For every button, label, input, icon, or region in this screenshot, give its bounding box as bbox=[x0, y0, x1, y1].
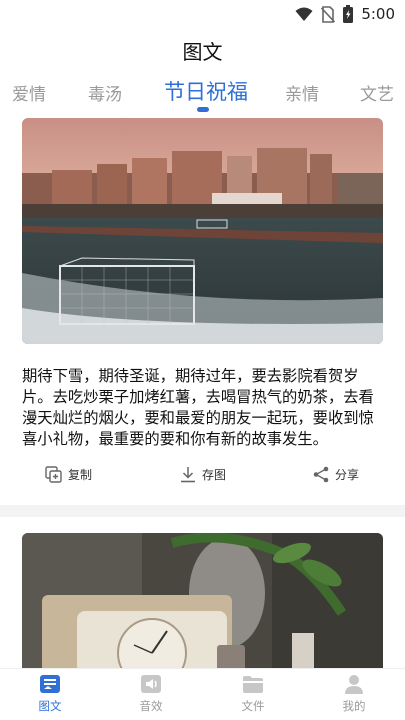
vintage-clock-photo bbox=[22, 533, 383, 673]
nav-label-image-text: 图文 bbox=[38, 699, 62, 713]
nav-profile[interactable]: 我的 bbox=[324, 673, 384, 714]
campus-photo bbox=[22, 118, 383, 344]
tab-indicator bbox=[197, 107, 209, 112]
nav-files[interactable]: 文件 bbox=[223, 673, 283, 714]
tab-literary[interactable]: 文艺 bbox=[360, 80, 394, 105]
bottom-nav: 图文 音效 文件 我的 bbox=[0, 668, 405, 720]
nav-sound[interactable]: 音效 bbox=[121, 673, 181, 714]
share-label: 分享 bbox=[335, 467, 360, 482]
battery-icon bbox=[343, 5, 354, 23]
card-text: 期待下雪，期待圣诞，期待过年，要去影院看贺岁片。去吃炒栗子加烤红薯，去喝冒热气的… bbox=[22, 367, 374, 448]
copy-button[interactable]: 复制 bbox=[45, 462, 92, 486]
folder-icon bbox=[243, 676, 263, 693]
tab-love[interactable]: 爱情 bbox=[12, 80, 46, 105]
copy-label: 复制 bbox=[68, 467, 93, 482]
tab-festival-wishes[interactable]: 节日祝福 bbox=[164, 76, 248, 106]
card-divider bbox=[0, 505, 405, 517]
image-text-icon bbox=[40, 675, 60, 693]
card-actions: 复制 存图 分享 bbox=[0, 462, 405, 488]
sound-icon bbox=[141, 675, 161, 693]
status-icons: 5:00 bbox=[295, 4, 395, 24]
card-image-2[interactable] bbox=[22, 533, 383, 673]
save-image-label: 存图 bbox=[202, 467, 227, 482]
card-image[interactable] bbox=[22, 118, 383, 344]
share-button[interactable]: 分享 bbox=[313, 462, 359, 486]
copy-icon bbox=[45, 465, 62, 483]
user-icon bbox=[345, 675, 363, 694]
status-bar: 5:00 bbox=[0, 0, 405, 28]
app-screen: 5:00 图文 爱情 毒汤 节日祝福 亲情 文艺 期待下雪，期待圣诞，期待过年，… bbox=[0, 0, 405, 720]
tab-family[interactable]: 亲情 bbox=[285, 80, 319, 105]
no-sim-icon bbox=[321, 5, 336, 23]
nav-label-profile: 我的 bbox=[342, 699, 366, 713]
download-icon bbox=[181, 466, 195, 482]
nav-label-sound: 音效 bbox=[139, 699, 163, 713]
save-image-button[interactable]: 存图 bbox=[180, 462, 226, 486]
status-time: 5:00 bbox=[361, 5, 395, 23]
page-title: 图文 bbox=[182, 40, 223, 64]
tab-poison-soup[interactable]: 毒汤 bbox=[88, 80, 122, 105]
wifi-icon bbox=[295, 7, 313, 21]
share-icon bbox=[313, 466, 329, 482]
nav-label-files: 文件 bbox=[241, 699, 265, 713]
nav-image-text[interactable]: 图文 bbox=[20, 673, 80, 714]
